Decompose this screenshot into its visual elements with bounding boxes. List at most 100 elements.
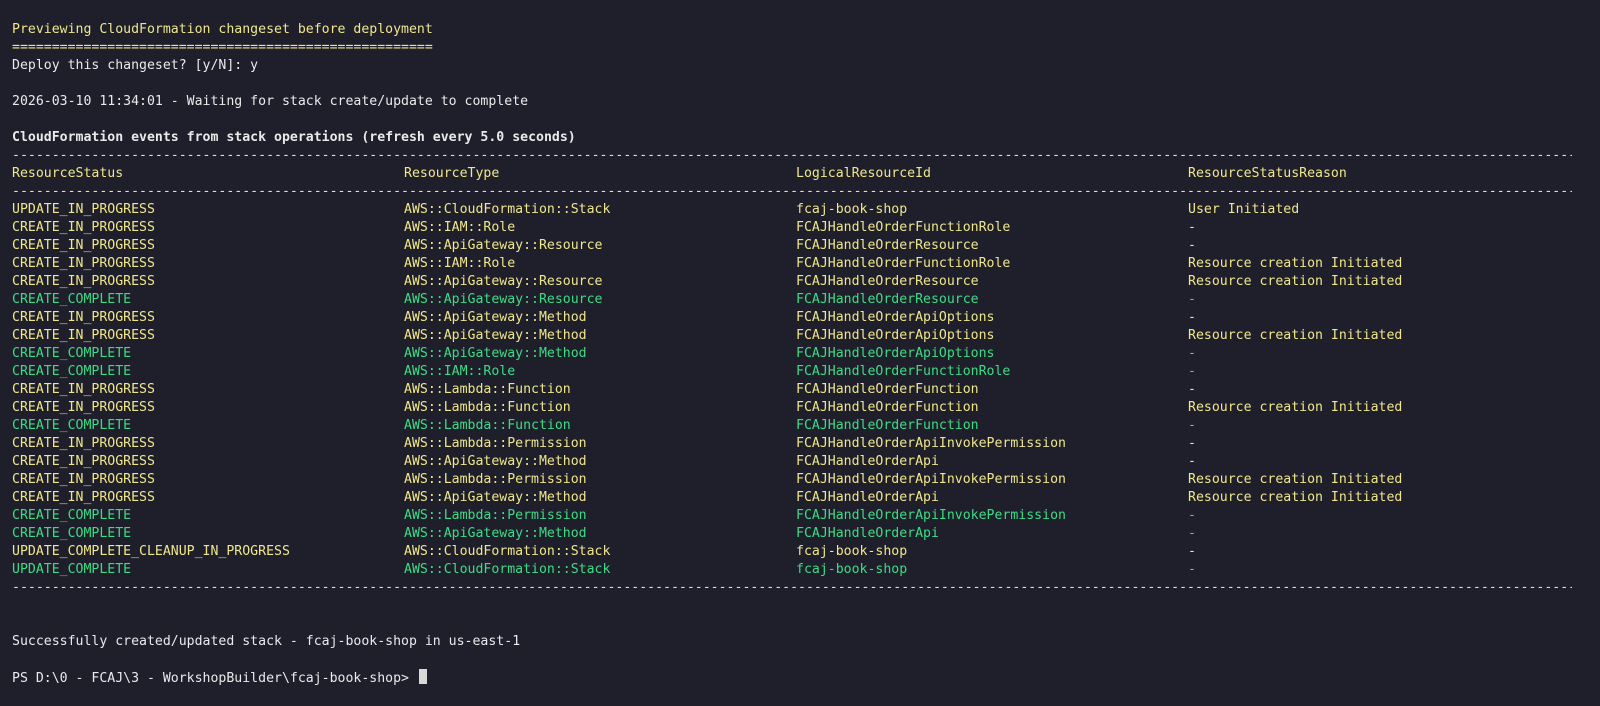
event-resource-type: AWS::Lambda::Function — [404, 418, 571, 433]
event-row: CREATE_COMPLETE AWS::IAM::Role FCAJHandleO… — [12, 363, 1572, 381]
event-resource-type: AWS::Lambda::Function — [404, 400, 571, 415]
event-logical-id: FCAJHandleOrderApiInvokePermission — [796, 436, 1066, 451]
event-status: CREATE_COMPLETE — [12, 292, 132, 307]
event-resource-type: AWS::ApiGateway::Method — [404, 526, 587, 541]
event-status-reason: - — [1188, 382, 1196, 397]
event-status: CREATE_IN_PROGRESS — [12, 220, 155, 235]
event-status-reason: Resource creation Initiated — [1188, 328, 1403, 343]
event-logical-id: fcaj-book-shop — [796, 202, 908, 217]
event-status: CREATE_COMPLETE — [12, 346, 132, 361]
event-logical-id: FCAJHandleOrderApi — [796, 526, 939, 541]
event-resource-type: AWS::Lambda::Permission — [404, 436, 587, 451]
event-status: CREATE_IN_PROGRESS — [12, 472, 155, 487]
event-status: UPDATE_IN_PROGRESS — [12, 202, 155, 217]
separator-top: ----------------------------------------… — [12, 148, 1572, 163]
event-status-reason: - — [1188, 454, 1196, 469]
event-logical-id: FCAJHandleOrderFunction — [796, 418, 979, 433]
event-row: CREATE_IN_PROGRESS AWS::Lambda::Function F… — [12, 381, 1572, 399]
event-row: CREATE_IN_PROGRESS AWS::ApiGateway::Resou… — [12, 273, 1572, 291]
header-resource-status-reason: ResourceStatusReason — [1188, 166, 1347, 181]
event-row: CREATE_IN_PROGRESS AWS::IAM::Role FCAJHand… — [12, 219, 1572, 237]
event-status-reason: - — [1188, 238, 1196, 253]
command-prompt: PS D:\0 - FCAJ\3 - WorkshopBuilder\fcaj-… — [12, 671, 417, 686]
event-row: CREATE_COMPLETE AWS::ApiGateway::Resource… — [12, 291, 1572, 309]
preview-title: Previewing CloudFormation changeset befo… — [12, 22, 433, 37]
event-status: CREATE_COMPLETE — [12, 526, 132, 541]
event-logical-id: FCAJHandleOrderApiOptions — [796, 328, 995, 343]
event-logical-id: FCAJHandleOrderFunctionRole — [796, 364, 1011, 379]
event-status: CREATE_COMPLETE — [12, 418, 132, 433]
event-status: CREATE_IN_PROGRESS — [12, 490, 155, 505]
event-logical-id: FCAJHandleOrderResource — [796, 292, 979, 307]
event-status-reason: Resource creation Initiated — [1188, 472, 1403, 487]
event-status-reason: Resource creation Initiated — [1188, 400, 1403, 415]
event-status-reason: User Initiated — [1188, 202, 1300, 217]
event-logical-id: FCAJHandleOrderApiInvokePermission — [796, 508, 1066, 523]
event-resource-type: AWS::ApiGateway::Resource — [404, 292, 603, 307]
event-resource-type: AWS::ApiGateway::Method — [404, 328, 587, 343]
event-logical-id: FCAJHandleOrderFunction — [796, 400, 979, 415]
separator-header: ----------------------------------------… — [12, 184, 1572, 199]
event-status: CREATE_IN_PROGRESS — [12, 436, 155, 451]
event-row: CREATE_IN_PROGRESS AWS::IAM::Role FCAJHand… — [12, 255, 1572, 273]
event-row: CREATE_IN_PROGRESS AWS::Lambda::Permissio… — [12, 471, 1572, 489]
event-status-reason: Resource creation Initiated — [1188, 274, 1403, 289]
header-resource-type: ResourceType — [404, 166, 500, 181]
event-row: CREATE_COMPLETE AWS::Lambda::Permission FC… — [12, 507, 1572, 525]
event-resource-type: AWS::ApiGateway::Resource — [404, 274, 603, 289]
event-status-reason: - — [1188, 220, 1196, 235]
command-prompt-line[interactable]: PS D:\0 - FCAJ\3 - WorkshopBuilder\fcaj-… — [12, 669, 1572, 687]
event-status: UPDATE_COMPLETE — [12, 562, 132, 577]
event-status: CREATE_IN_PROGRESS — [12, 274, 155, 289]
event-resource-type: AWS::ApiGateway::Resource — [404, 238, 603, 253]
event-logical-id: FCAJHandleOrderResource — [796, 274, 979, 289]
event-status-reason: - — [1188, 562, 1196, 577]
events-table-header: ResourceStatus ResourceType LogicalResou… — [12, 165, 1572, 183]
terminal-output[interactable]: Previewing CloudFormation changeset befo… — [12, 21, 1572, 687]
event-row: CREATE_IN_PROGRESS AWS::ApiGateway::Metho… — [12, 327, 1572, 345]
event-logical-id: FCAJHandleOrderApi — [796, 490, 939, 505]
event-row: CREATE_IN_PROGRESS AWS::ApiGateway::Metho… — [12, 309, 1572, 327]
event-logical-id: FCAJHandleOrderApiOptions — [796, 310, 995, 325]
event-status: CREATE_IN_PROGRESS — [12, 454, 155, 469]
events-title: CloudFormation events from stack operati… — [12, 130, 576, 145]
event-logical-id: FCAJHandleOrderApiInvokePermission — [796, 472, 1066, 487]
event-row: CREATE_IN_PROGRESS AWS::ApiGateway::Resou… — [12, 237, 1572, 255]
event-status-reason: - — [1188, 436, 1196, 451]
event-resource-type: AWS::Lambda::Permission — [404, 508, 587, 523]
event-status-reason: - — [1188, 526, 1196, 541]
event-resource-type: AWS::Lambda::Function — [404, 382, 571, 397]
event-resource-type: AWS::CloudFormation::Stack — [404, 202, 611, 217]
event-status-reason: - — [1188, 310, 1196, 325]
event-logical-id: fcaj-book-shop — [796, 562, 908, 577]
event-resource-type: AWS::ApiGateway::Method — [404, 490, 587, 505]
event-logical-id: FCAJHandleOrderApi — [796, 454, 939, 469]
event-status: CREATE_IN_PROGRESS — [12, 400, 155, 415]
event-status: CREATE_COMPLETE — [12, 364, 132, 379]
event-logical-id: FCAJHandleOrderApiOptions — [796, 346, 995, 361]
event-logical-id: FCAJHandleOrderResource — [796, 238, 979, 253]
text-cursor — [418, 669, 427, 684]
event-status: CREATE_IN_PROGRESS — [12, 310, 155, 325]
event-status: CREATE_IN_PROGRESS — [12, 328, 155, 343]
event-row: CREATE_COMPLETE AWS::Lambda::Function FCAJ… — [12, 417, 1572, 435]
event-logical-id: fcaj-book-shop — [796, 544, 908, 559]
event-row: CREATE_IN_PROGRESS AWS::Lambda::Function F… — [12, 399, 1572, 417]
event-row: CREATE_COMPLETE AWS::ApiGateway::Method FC… — [12, 345, 1572, 363]
event-resource-type: AWS::ApiGateway::Method — [404, 310, 587, 325]
separator-short: ========================================… — [12, 40, 433, 55]
event-logical-id: FCAJHandleOrderFunction — [796, 382, 979, 397]
event-status: CREATE_IN_PROGRESS — [12, 256, 155, 271]
event-logical-id: FCAJHandleOrderFunctionRole — [796, 220, 1011, 235]
event-status-reason: Resource creation Initiated — [1188, 256, 1403, 271]
separator-bottom: ----------------------------------------… — [12, 580, 1572, 595]
success-line: Successfully created/updated stack - fca… — [12, 634, 521, 649]
event-status-reason: - — [1188, 418, 1196, 433]
event-status: UPDATE_COMPLETE_CLEANUP_IN_PROGRESS — [12, 544, 290, 559]
event-resource-type: AWS::CloudFormation::Stack — [404, 544, 611, 559]
event-row: CREATE_IN_PROGRESS AWS::ApiGateway::Metho… — [12, 489, 1572, 507]
event-row: UPDATE_COMPLETE_CLEANUP_IN_PROGRESS AWS::… — [12, 543, 1572, 561]
